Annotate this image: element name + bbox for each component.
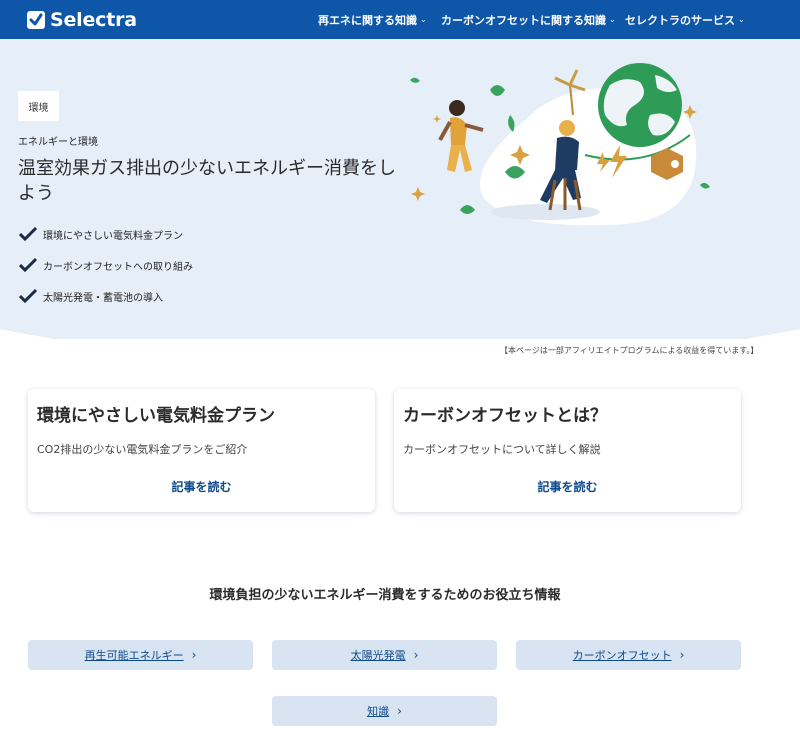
chevron-right-icon: › <box>413 648 419 662</box>
nav-item-selectra-services[interactable]: セレクトラのサービス ⌄ <box>625 0 745 39</box>
card-description: カーボンオフセットについて詳しく解説 <box>403 443 601 456</box>
chevron-right-icon: › <box>397 704 402 718</box>
nav-label: セレクトラのサービス <box>625 13 735 27</box>
nav-item-carbon-offset-knowledge[interactable]: カーボンオフセットに関する知識 ⌄ <box>441 0 616 39</box>
read-article-link[interactable]: 記事を読む <box>394 478 741 495</box>
category-tag[interactable]: 環境 <box>18 91 59 121</box>
chevron-right-icon: › <box>679 648 685 662</box>
hero-eyebrow: エネルギーと環境 <box>18 137 98 148</box>
topic-link-label: カーボンオフセット <box>572 649 672 662</box>
nav-item-renewable-knowledge[interactable]: 再エネに関する知識 ⌄ <box>318 0 427 39</box>
nav-label: カーボンオフセットに関する知識 <box>441 13 606 27</box>
topic-link-carbon-offset[interactable]: カーボンオフセット › <box>516 640 741 670</box>
logo-text: Selectra <box>50 9 137 31</box>
topic-link-solar-power[interactable]: 太陽光発電 › <box>272 640 497 670</box>
check-item-label: 環境にやさしい電気料金プラン <box>43 230 183 242</box>
leaf-icon <box>460 205 475 214</box>
article-card-carbon-offset[interactable]: カーボンオフセットとは？ カーボンオフセットについて詳しく解説 記事を読む <box>394 389 741 512</box>
card-title: 環境にやさしい電気料金プラン <box>37 406 275 426</box>
person-icon <box>449 100 465 116</box>
card-title: カーボンオフセットとは？ <box>403 406 607 426</box>
check-item-label: 太陽光発電・蓄電池の導入 <box>43 292 163 304</box>
topic-link-label: 知識 <box>367 705 390 718</box>
check-item: 環境にやさしい電気料金プラン <box>19 226 183 242</box>
top-navigation-bar: Selectra 再エネに関する知識 ⌄ カーボンオフセットに関する知識 ⌄ セレク… <box>0 0 800 39</box>
nav-label: 再エネに関する知識 <box>318 13 417 27</box>
check-logo-icon <box>27 11 45 29</box>
illustration-shadow <box>490 204 600 220</box>
leaf-icon <box>490 85 505 96</box>
topic-link-label: 太陽光発電 <box>350 649 406 662</box>
topic-link-knowledge[interactable]: 知識 › <box>272 696 497 726</box>
article-card-green-plans[interactable]: 環境にやさしい電気料金プラン CO2排出の少ない電気料金プランをご紹介 記事を読… <box>28 389 375 512</box>
check-item: カーボンオフセットへの取り組み <box>19 257 193 273</box>
topic-link-renewable-energy[interactable]: 再生可能エネルギー › <box>28 640 253 670</box>
chevron-down-icon: ⌄ <box>609 15 616 24</box>
hero-bottom-curve <box>0 329 800 339</box>
person-icon <box>555 136 579 170</box>
check-item: 太陽光発電・蓄電池の導入 <box>19 288 163 304</box>
checkmark-icon <box>19 257 37 273</box>
section-title: 環境負担の少ないエネルギー消費をするためのお役立ち情報 <box>209 588 561 603</box>
selectra-logo[interactable]: Selectra <box>27 8 137 32</box>
chevron-down-icon: ⌄ <box>738 15 745 24</box>
page-title: 温室効果ガス排出の少ないエネルギー消費をしよう <box>18 158 396 204</box>
read-article-link[interactable]: 記事を読む <box>28 478 375 495</box>
chevron-down-icon: ⌄ <box>420 15 427 24</box>
affiliate-disclaimer: 【本ページは一部アフィリエイトプログラムによる収益を得ています。】 <box>500 346 759 355</box>
chevron-right-icon: › <box>191 648 197 662</box>
check-item-label: カーボンオフセットへの取り組み <box>43 261 193 273</box>
card-description: CO2排出の少ない電気料金プランをご紹介 <box>37 443 248 456</box>
topic-link-label: 再生可能エネルギー <box>84 649 184 662</box>
checkmark-icon <box>19 288 37 304</box>
hero-illustration <box>410 63 710 226</box>
checkmark-icon <box>19 226 37 242</box>
leaf-icon <box>508 115 515 132</box>
